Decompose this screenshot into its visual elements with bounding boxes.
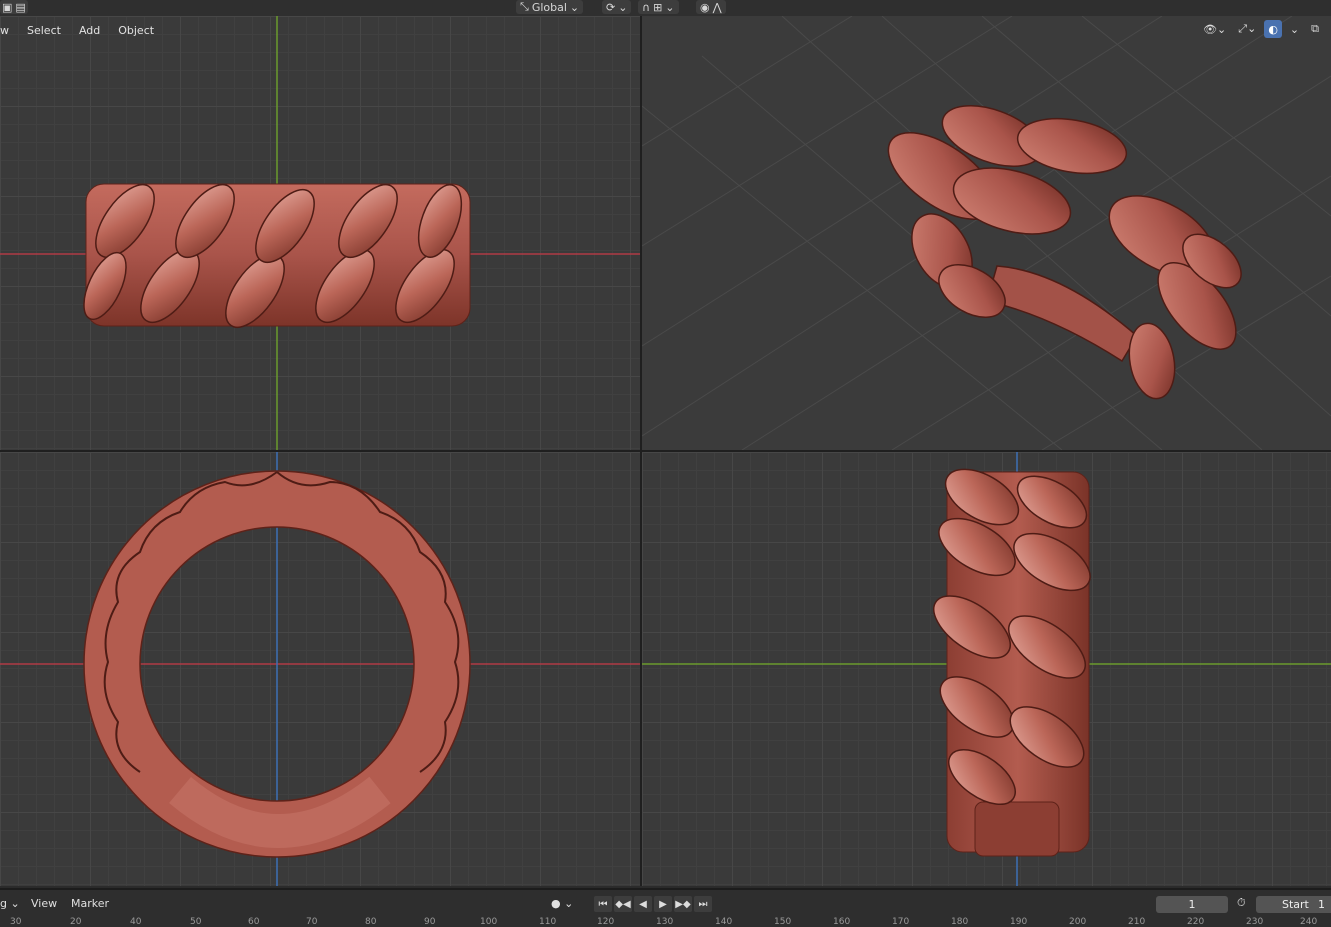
snap-magnet-icon: ∩ <box>642 0 651 14</box>
falloff-curve-icon: ⋀ <box>712 0 722 14</box>
auto-keying-button[interactable]: ● ⌄ <box>551 897 573 910</box>
perspective-view-render <box>642 16 1331 450</box>
menu-add[interactable]: Add <box>73 22 106 39</box>
orientation-label: Global <box>531 0 567 14</box>
chevron-down-icon: ⌄ <box>10 897 20 910</box>
viewport-front[interactable]: w Select Add Object <box>0 16 640 450</box>
overlay-icon[interactable]: ◐ <box>1264 20 1282 38</box>
chain-ring-perspective <box>887 105 1242 400</box>
top-header-bar: ⤡ Global ⌄ ⟳ ⌄ ∩ ⊞ ⌄ ◉ ⋀ ▣ ▤ <box>0 0 1331 16</box>
timeline-mode-partial[interactable]: g ⌄ <box>0 897 20 910</box>
pivot-point-dropdown[interactable]: ⟳ ⌄ <box>602 0 632 14</box>
timeline-menu-view[interactable]: View <box>31 897 57 910</box>
gizmo-icon[interactable]: ⤢⌄ <box>1234 20 1260 38</box>
menu-object[interactable]: Object <box>112 22 160 39</box>
select-mode-buttons[interactable]: ▣ ▤ <box>0 0 28 14</box>
start-label: Start <box>1282 898 1309 911</box>
timeline-menu-marker[interactable]: Marker <box>71 897 109 910</box>
record-dot-icon: ● <box>551 897 561 910</box>
pivot-point-icon: ⟳ <box>606 0 616 14</box>
proportional-edit-toggle[interactable]: ◉ ⋀ <box>696 0 726 14</box>
top-view-render <box>0 452 640 886</box>
playback-controls: ⏮ ◆◀ ◀ ▶ ▶◆ ⏭ <box>594 896 712 912</box>
chevron-down-icon: ⌄ <box>569 0 580 14</box>
timeline-ruler[interactable]: 30 20 40 50 60 70 80 90 100 110 120 130 … <box>0 917 1331 927</box>
xray-icon[interactable]: ⧉ <box>1307 20 1323 38</box>
visibility-eye-icon[interactable]: 👁⌄ <box>1199 20 1230 38</box>
proportional-edit-icon: ◉ <box>700 0 710 14</box>
select-extend-icon: ▤ <box>15 0 26 14</box>
play-reverse-icon[interactable]: ◀ <box>634 896 652 912</box>
jump-start-icon[interactable]: ⏮ <box>594 896 612 912</box>
menu-select[interactable]: Select <box>21 22 67 39</box>
current-frame-field[interactable]: 1 <box>1156 896 1228 913</box>
viewport-divider-horizontal[interactable] <box>0 450 1331 452</box>
timeline-editor: g ⌄ View Marker ● ⌄ ⏮ ◆◀ ◀ ▶ ▶◆ ⏭ 1 ⏱ St… <box>0 888 1331 927</box>
menu-view-partial[interactable]: w <box>0 22 15 39</box>
viewport-perspective[interactable]: 👁⌄ ⤢⌄ ◐ ⌄ ⧉ <box>642 16 1331 450</box>
jump-end-icon[interactable]: ⏭ <box>694 896 712 912</box>
viewport-header-icons: 👁⌄ ⤢⌄ ◐ ⌄ ⧉ <box>1199 20 1323 38</box>
prev-keyframe-icon[interactable]: ◆◀ <box>614 896 632 912</box>
chevron-down-icon: ⌄ <box>564 897 574 910</box>
timeline-header: g ⌄ View Marker ● ⌄ ⏮ ◆◀ ◀ ▶ ▶◆ ⏭ 1 ⏱ St… <box>0 894 1331 914</box>
viewport-side[interactable] <box>642 452 1331 886</box>
side-view-render <box>642 452 1331 886</box>
perspective-grid <box>642 16 1331 450</box>
snap-toggle[interactable]: ∩ ⊞ ⌄ <box>638 0 679 14</box>
chevron-down-icon: ⌄ <box>618 0 628 14</box>
front-view-render <box>0 16 640 450</box>
start-value: 1 <box>1318 898 1325 911</box>
transform-orientation-dropdown[interactable]: ⤡ Global ⌄ <box>516 0 584 14</box>
select-box-icon: ▣ <box>2 0 13 14</box>
viewport-top[interactable] <box>0 452 640 886</box>
transform-orientation-icon: ⤡ <box>520 0 529 13</box>
play-icon[interactable]: ▶ <box>654 896 672 912</box>
overlay-dropdown-icon[interactable]: ⌄ <box>1286 20 1303 38</box>
stopwatch-icon[interactable]: ⏱ <box>1237 896 1246 910</box>
start-frame-field[interactable]: Start 1 <box>1256 896 1331 913</box>
snap-increment-icon: ⊞ <box>653 0 663 14</box>
viewport-menu-bar: w Select Add Object <box>0 22 160 39</box>
next-keyframe-icon[interactable]: ▶◆ <box>674 896 692 912</box>
chevron-down-icon: ⌄ <box>665 0 675 14</box>
